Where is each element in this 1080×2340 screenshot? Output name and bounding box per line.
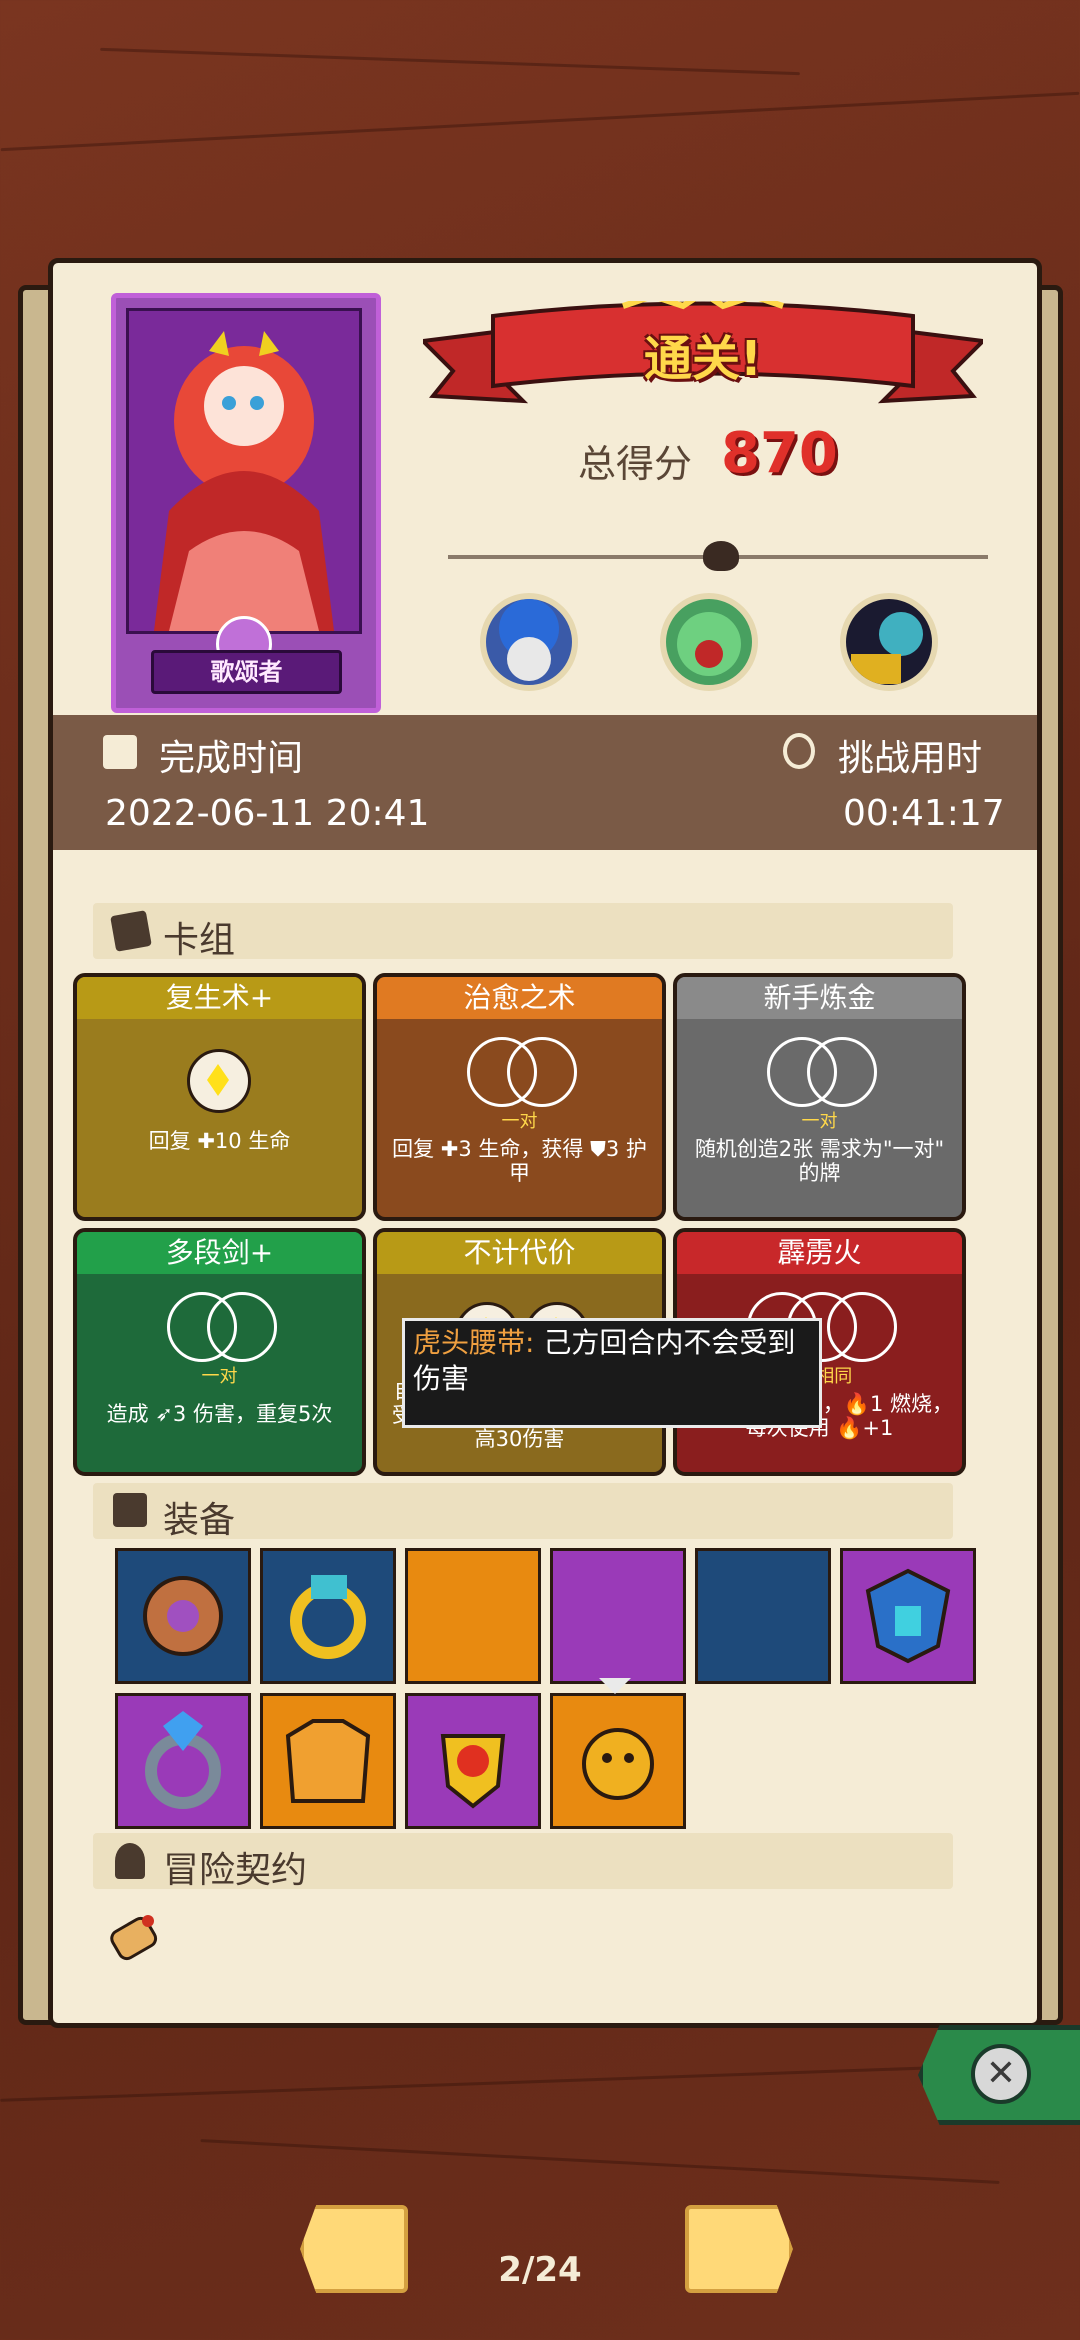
next-page-button[interactable] — [685, 2205, 793, 2293]
deck-section-title: 卡组 — [163, 920, 236, 961]
equipment-shield[interactable] — [115, 1548, 251, 1684]
equipment-item-3[interactable] — [405, 1548, 541, 1684]
deck-section-header: 卡组 — [93, 903, 953, 961]
card-title: 多段剑+ — [77, 1232, 362, 1274]
empty-slot-icon — [507, 1037, 577, 1107]
card-revive[interactable]: 复生术+ 回复 ✚10 生命 — [73, 973, 366, 1221]
close-button[interactable]: ✕ — [918, 2025, 1080, 2125]
close-icon: ✕ — [971, 2044, 1031, 2104]
result-panel: 歌颂者 通关! 总得分 870 完成时间 2022-06-11 20:41 挑战… — [48, 258, 1042, 2028]
card-requirement: 一对 — [201, 1366, 238, 1387]
card-title: 新手炼金 — [677, 977, 962, 1019]
empty-slot-icon — [807, 1037, 877, 1107]
equipment-sweater[interactable] — [260, 1693, 396, 1829]
equipment-tiger-belt[interactable] — [550, 1693, 686, 1829]
card-desc: 随机创造2张 需求为"一对" 的牌 — [694, 1137, 945, 1185]
equipment-crystal-ring[interactable] — [115, 1693, 251, 1829]
card-desc: 回复 ✚3 生命，获得 ⛊3 护甲 — [392, 1137, 647, 1185]
page-indicator: 2/24 — [498, 2250, 582, 2290]
boss-portrait-mushroom[interactable] — [480, 593, 578, 691]
hero-portrait — [126, 308, 362, 634]
card-title: 霹雳火 — [677, 1232, 962, 1274]
equipment-section-header: 装备 — [93, 1483, 953, 1541]
card-desc: 造成 ➶3 伤害，重复5次 — [106, 1402, 333, 1426]
card-healing[interactable]: 治愈之术 一对 回复 ✚3 生命，获得 ⛊3 护甲 — [373, 973, 666, 1221]
card-alchemy[interactable]: 新手炼金 一对 随机创造2张 需求为"一对" 的牌 — [673, 973, 966, 1221]
film-icon — [103, 735, 137, 769]
boss-portrait-goblin[interactable] — [660, 593, 758, 691]
clear-banner-text: 通关! — [644, 331, 762, 387]
skull-icon — [703, 541, 739, 571]
score-label: 总得分 — [578, 442, 693, 486]
run-info-bar: 完成时间 2022-06-11 20:41 挑战用时 00:41:17 — [53, 715, 1037, 850]
contract-section-title: 冒险契约 — [163, 1850, 308, 1891]
cards-icon — [110, 910, 152, 952]
card-desc: 回复 ✚10 生命 — [148, 1129, 291, 1153]
person-icon — [115, 1843, 145, 1879]
equipment-section-title: 装备 — [163, 1500, 236, 1541]
empty-slot-icon — [207, 1292, 277, 1362]
card-requirement: 一对 — [501, 1111, 538, 1132]
gem-slot-icon — [187, 1049, 251, 1113]
empty-slot-icon — [827, 1292, 897, 1362]
equipment-tooltip: 虎头腰带: 己方回合内不会受到伤害 — [402, 1318, 822, 1428]
contract-section-header: 冒险契约 — [93, 1833, 953, 1891]
finish-time-value: 2022-06-11 20:41 — [105, 793, 430, 834]
clear-banner: 通关! — [423, 301, 983, 404]
finish-time-label: 完成时间 — [159, 738, 304, 779]
card-title: 复生术+ — [77, 977, 362, 1019]
equipment-crystal-crest[interactable] — [840, 1548, 976, 1684]
equipment-gold-ring[interactable] — [260, 1548, 396, 1684]
box-icon — [113, 1493, 147, 1527]
contract-scroll-icon[interactable] — [103, 1901, 173, 1971]
score-value: 870 — [721, 421, 838, 486]
equipment-item-5[interactable] — [695, 1548, 831, 1684]
card-title: 治愈之术 — [377, 977, 662, 1019]
hero-card[interactable]: 歌颂者 — [111, 293, 381, 713]
hero-name: 歌颂者 — [151, 650, 342, 694]
tooltip-pointer — [599, 1678, 631, 1694]
boss-portrait-dragon[interactable] — [840, 593, 938, 691]
challenge-time-value: 00:41:17 — [843, 793, 1005, 834]
tooltip-item-name: 虎头腰带: — [413, 1326, 535, 1359]
challenge-time-label: 挑战用时 — [838, 738, 983, 779]
equipment-item-4[interactable] — [550, 1548, 686, 1684]
stopwatch-icon — [783, 733, 815, 769]
equipment-fire-shield[interactable] — [405, 1693, 541, 1829]
card-title: 不计代价 — [377, 1232, 662, 1274]
card-multi-sword[interactable]: 多段剑+ 一对 造成 ➶3 伤害，重复5次 — [73, 1228, 366, 1476]
previous-page-button[interactable] — [300, 2205, 408, 2293]
card-requirement: 一对 — [801, 1111, 838, 1132]
